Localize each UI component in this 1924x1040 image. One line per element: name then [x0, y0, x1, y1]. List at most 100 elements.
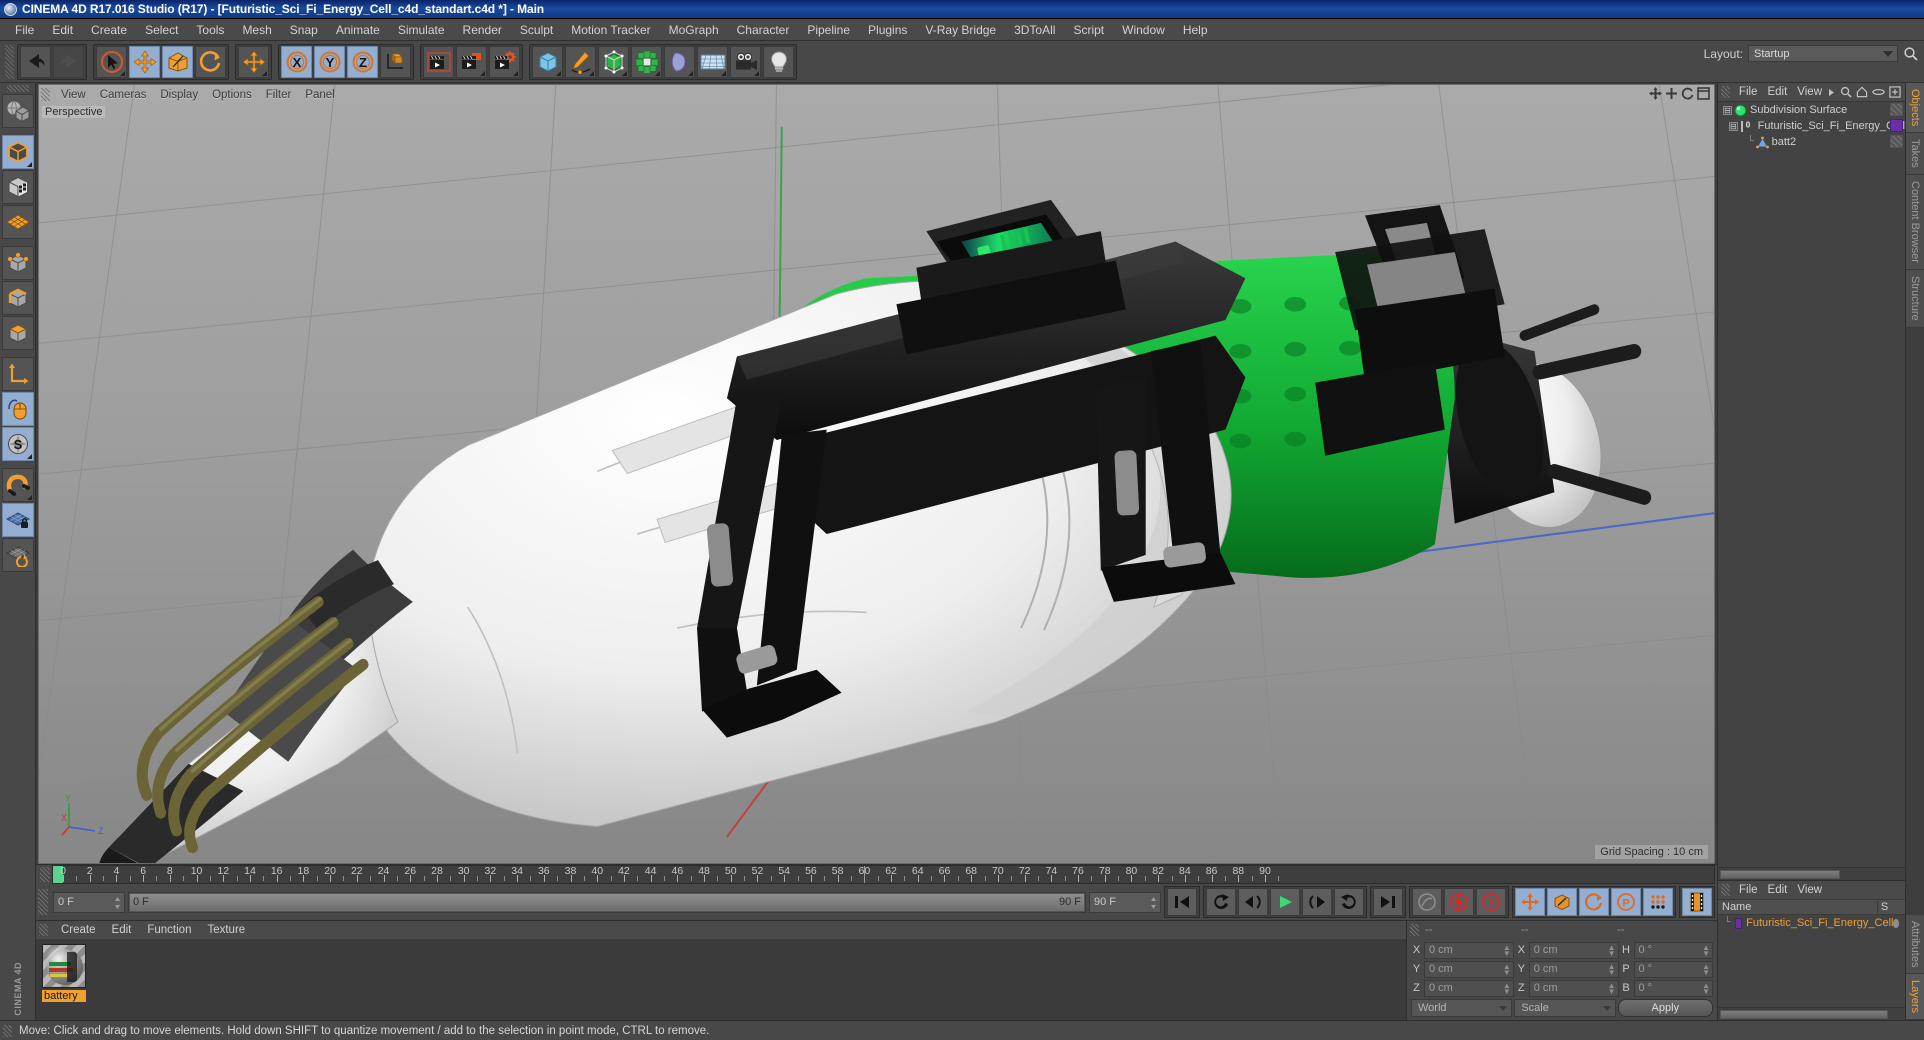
menu-item-simulate[interactable]: Simulate	[389, 21, 454, 39]
object-tree-hscrollbar[interactable]	[1718, 867, 1905, 880]
viewport-menu-view[interactable]: View	[54, 88, 93, 102]
menu-item-select[interactable]: Select	[136, 21, 187, 39]
tree-expander[interactable]: ⊟	[1728, 121, 1738, 131]
ellipse-icon[interactable]	[1872, 87, 1885, 97]
globe-editable-icon[interactable]	[1, 94, 34, 128]
position-z-field[interactable]: 0 cm ▲ ▼	[1424, 979, 1514, 997]
floor-grid-icon[interactable]	[697, 45, 728, 78]
layer-color-swatch[interactable]	[1734, 917, 1743, 929]
spinner-icon[interactable]: ▲ ▼	[1503, 962, 1511, 976]
viewport-menu-cameras[interactable]: Cameras	[93, 88, 154, 102]
end-frame-field[interactable]: 90 F	[1089, 891, 1161, 913]
search-icon[interactable]	[1840, 86, 1852, 98]
material-list[interactable]: battery	[36, 939, 1406, 1020]
material-menu-edit[interactable]: Edit	[104, 923, 140, 937]
layout-dropdown[interactable]: Startup	[1748, 45, 1898, 62]
layer-menu-edit[interactable]: Edit	[1763, 883, 1793, 897]
rotation-h-field[interactable]: 0 ° ▲ ▼	[1633, 941, 1713, 959]
pla-dots-icon[interactable]	[1643, 888, 1673, 916]
object-manager-tree[interactable]: ⊟ Subdivision Surface ⊟ 0 Futuristic_Sci_Fi_…	[1718, 102, 1905, 867]
rotate-tool[interactable]	[195, 45, 226, 78]
object-tag[interactable]	[1890, 119, 1903, 132]
home-icon[interactable]	[1856, 86, 1868, 98]
layer-row[interactable]: └ Futuristic_Sci_Fi_Energy_Cell	[1718, 915, 1905, 931]
texture-cube-icon[interactable]	[1, 170, 34, 204]
status-gripper[interactable]	[3, 1024, 12, 1037]
menu-item-mograph[interactable]: MoGraph	[660, 21, 728, 39]
spinner-icon[interactable]: ▲ ▼	[1702, 962, 1710, 976]
polygon-cube-icon[interactable]	[1, 316, 34, 350]
object-menu-view[interactable]: View	[1792, 85, 1827, 99]
object-tree-row[interactable]: ⊟ 0 Futuristic_Sci_Fi_Energy_Cell	[1718, 118, 1905, 134]
nurbs-cage-icon[interactable]	[598, 45, 629, 78]
viewport-menu-gripper[interactable]	[41, 88, 50, 101]
coord-system-dropdown[interactable]: World	[1411, 999, 1513, 1017]
filmstrip-icon[interactable]	[1682, 888, 1712, 916]
menu-item-render[interactable]: Render	[454, 21, 511, 39]
material-item[interactable]: battery	[42, 944, 86, 1015]
next-frame-button[interactable]	[1302, 888, 1332, 916]
render-settings-button[interactable]	[489, 45, 520, 78]
menu-item-create[interactable]: Create	[82, 21, 136, 39]
workplane-lock-icon[interactable]	[1, 503, 34, 537]
toolbar-gripper[interactable]	[5, 44, 14, 79]
object-menu-file[interactable]: File	[1734, 85, 1763, 99]
tab-takes[interactable]: Takes	[1906, 133, 1924, 176]
keyframe-question-icon[interactable]: ?	[1476, 888, 1506, 916]
layer-menu-file[interactable]: File	[1734, 883, 1763, 897]
rotation-key-icon[interactable]	[1579, 888, 1609, 916]
layer-hscrollbar[interactable]	[1718, 1007, 1905, 1020]
autokey-icon[interactable]	[1412, 888, 1442, 916]
spinner-icon[interactable]: ▲ ▼	[1702, 981, 1710, 995]
layer-menu-view[interactable]: View	[1792, 883, 1827, 897]
go-to-end-button[interactable]	[1373, 888, 1403, 916]
spinner-icon[interactable]: ▲ ▼	[1608, 943, 1616, 957]
tab-content-browser[interactable]: Content Browser	[1906, 175, 1924, 270]
scroll-thumb[interactable]	[1720, 870, 1840, 879]
y-axis-lock-button[interactable]: Y	[314, 45, 345, 78]
tree-expander[interactable]: ⊟	[1723, 105, 1732, 115]
object-tree-row[interactable]: ⊟ Subdivision Surface	[1718, 102, 1905, 118]
play-backwards-loop-button[interactable]	[1206, 888, 1236, 916]
live-selection-tool[interactable]	[96, 45, 127, 78]
timeline-range-scrollbar[interactable]: 0 F 90 F	[128, 891, 1086, 913]
menu-item-mesh[interactable]: Mesh	[233, 21, 280, 39]
param-key-icon[interactable]: P	[1611, 888, 1641, 916]
rotate-icon[interactable]	[1681, 87, 1694, 100]
object-menu-gripper[interactable]	[1721, 86, 1730, 98]
menu-item-script[interactable]: Script	[1064, 21, 1113, 39]
material-menu-gripper[interactable]	[39, 924, 48, 936]
left-toolbar-gripper[interactable]	[6, 85, 29, 92]
rotation-b-field[interactable]: 0 ° ▲ ▼	[1633, 979, 1713, 997]
menu-item-file[interactable]: File	[6, 21, 43, 39]
menu-item-pipeline[interactable]: Pipeline	[798, 21, 859, 39]
object-tag[interactable]	[1890, 103, 1903, 116]
menu-item-edit[interactable]: Edit	[43, 21, 82, 39]
undo-button[interactable]	[20, 45, 51, 78]
menu-item-3dtoall[interactable]: 3DToAll	[1005, 21, 1064, 39]
move-tool[interactable]	[129, 45, 160, 78]
scale-tool[interactable]	[162, 45, 193, 78]
menu-item-plugins[interactable]: Plugins	[859, 21, 916, 39]
spinner-icon[interactable]: ▲ ▼	[1503, 981, 1511, 995]
spinner-icon[interactable]: ▲ ▼	[1503, 943, 1511, 957]
spinner-icon[interactable]	[1150, 896, 1157, 910]
material-menu-texture[interactable]: Texture	[199, 923, 253, 937]
menu-item-snap[interactable]: Snap	[281, 21, 327, 39]
position-x-field[interactable]: 0 cm ▲ ▼	[1424, 941, 1514, 959]
redo-button[interactable]	[53, 45, 84, 78]
fit-icon[interactable]	[1889, 86, 1901, 98]
material-sphere-icon[interactable]	[42, 944, 86, 988]
material-menu-create[interactable]: Create	[53, 923, 104, 937]
menu-item-sculpt[interactable]: Sculpt	[511, 21, 562, 39]
edge-cube-icon[interactable]	[1, 281, 34, 315]
size-y-field[interactable]: 0 cm ▲ ▼	[1528, 960, 1619, 978]
move-axis-tool[interactable]	[238, 45, 269, 78]
magnet-icon[interactable]	[1, 468, 34, 502]
layer-menu-gripper[interactable]	[1721, 884, 1730, 896]
timeline-range-thumb[interactable]: 0 F 90 F	[129, 892, 1085, 912]
size-z-field[interactable]: 0 cm ▲ ▼	[1528, 979, 1619, 997]
tab-layers[interactable]: Layers	[1906, 973, 1924, 1020]
pen-spline-icon[interactable]	[565, 45, 596, 78]
previous-frame-button[interactable]	[1238, 888, 1268, 916]
